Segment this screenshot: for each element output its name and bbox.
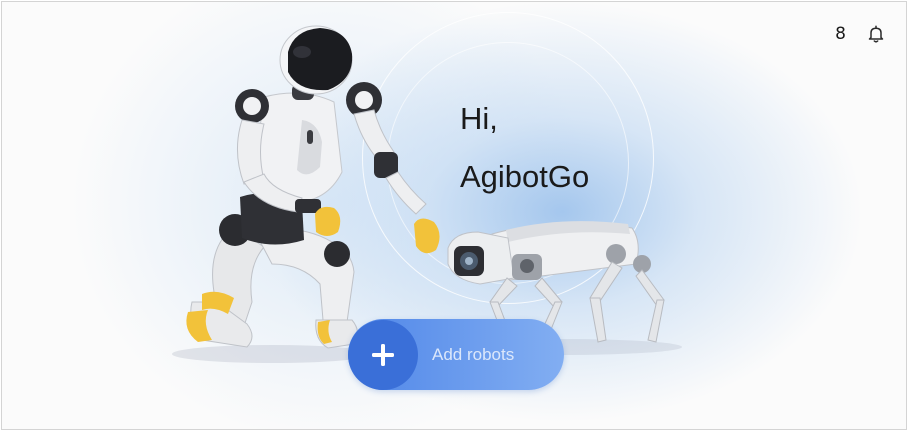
bell-icon[interactable] (866, 24, 886, 44)
home-screen: 8 Hi, AgibotGo Add robots (1, 1, 907, 430)
add-robots-label: Add robots (432, 344, 515, 364)
greeting-username: AgibotGo (460, 159, 590, 194)
top-bar: 8 (835, 24, 886, 44)
plus-icon (348, 319, 418, 390)
add-robots-button[interactable]: Add robots (348, 319, 564, 390)
greeting: Hi, AgibotGo (460, 90, 589, 206)
greeting-line: Hi, (460, 101, 498, 136)
notification-count: 8 (835, 24, 846, 44)
